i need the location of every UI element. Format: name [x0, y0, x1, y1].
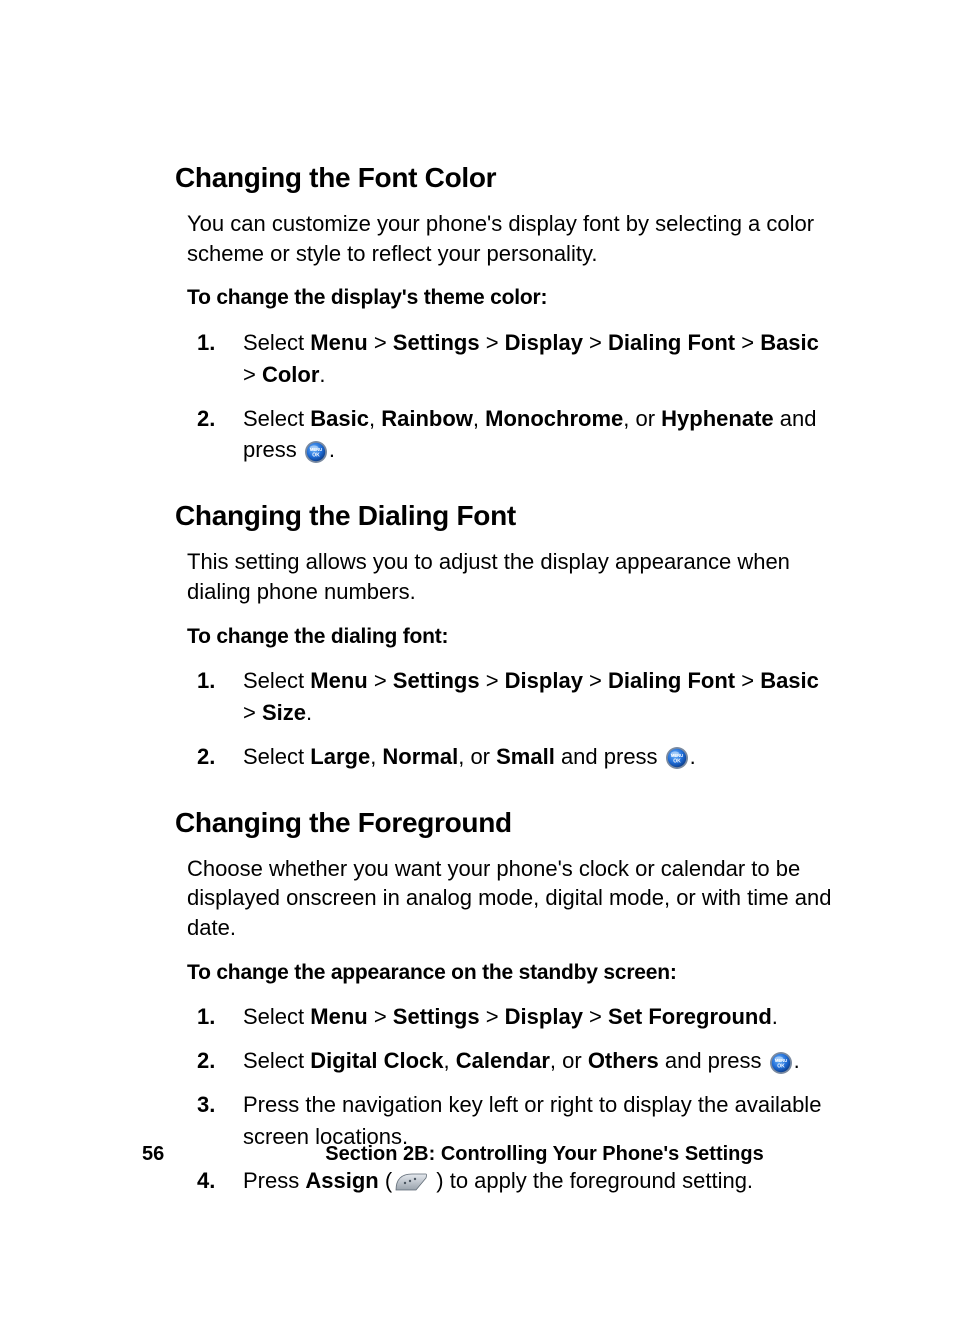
- step-prefix: Select: [243, 330, 310, 355]
- page-number: 56: [142, 1143, 164, 1166]
- step-prefix: Select: [243, 1048, 310, 1073]
- intro-foreground: Choose whether you want your phone's clo…: [187, 854, 834, 943]
- menu-path-item: Dialing Font: [608, 668, 735, 693]
- step-prefix: Select: [243, 744, 310, 769]
- step-item: Select Menu > Settings > Display > Diali…: [197, 327, 834, 391]
- page-content: Changing the Font Color You can customiz…: [0, 0, 954, 1336]
- path-separator: >: [735, 668, 760, 693]
- option-item: Monochrome: [485, 406, 623, 431]
- menu-ok-icon: MENU OK: [665, 746, 689, 770]
- menu-ok-icon: MENU OK: [769, 1051, 793, 1075]
- menu-path-item: Basic: [760, 330, 819, 355]
- path-separator: >: [583, 1004, 608, 1029]
- path-separator: >: [583, 330, 608, 355]
- step-prefix: Select: [243, 1004, 310, 1029]
- path-separator: >: [480, 1004, 505, 1029]
- path-separator: >: [480, 330, 505, 355]
- menu-path-item: Settings: [393, 668, 480, 693]
- softkey-left-icon: [394, 1172, 428, 1192]
- steps-font-color: Select Menu > Settings > Display > Diali…: [197, 327, 834, 467]
- heading-foreground: Changing the Foreground: [175, 805, 834, 840]
- step-suffix: .: [306, 700, 312, 725]
- step-suffix: .: [319, 362, 325, 387]
- options-joiner: , or: [458, 744, 496, 769]
- svg-text:OK: OK: [312, 453, 320, 459]
- option-item: Basic: [310, 406, 369, 431]
- menu-path-item: Basic: [760, 668, 819, 693]
- heading-font-color: Changing the Font Color: [175, 160, 834, 195]
- page-footer: 56 Section 2B: Controlling Your Phone's …: [0, 1143, 954, 1166]
- step-suffix: .: [329, 437, 335, 462]
- svg-text:OK: OK: [673, 759, 681, 765]
- option-item: Rainbow: [381, 406, 473, 431]
- path-separator: >: [735, 330, 760, 355]
- menu-path-item: Menu: [310, 330, 367, 355]
- path-separator: >: [243, 362, 262, 387]
- option-item: Hyphenate: [661, 406, 773, 431]
- menu-path-item: Menu: [310, 1004, 367, 1029]
- step-suffix: .: [772, 1004, 778, 1029]
- menu-path-item: Display: [505, 330, 583, 355]
- after-bold: (: [379, 1168, 392, 1193]
- lead-foreground: To change the appearance on the standby …: [187, 959, 834, 987]
- after-options: and press: [555, 744, 664, 769]
- step-item: Select Menu > Settings > Display > Set F…: [197, 1001, 834, 1033]
- intro-font-color: You can customize your phone's display f…: [187, 209, 834, 268]
- menu-path-item: Menu: [310, 668, 367, 693]
- step-plain: Press the navigation key left or right t…: [243, 1092, 821, 1149]
- svg-text:MENU: MENU: [310, 447, 322, 452]
- svg-text:MENU: MENU: [671, 753, 683, 758]
- intro-dialing-font: This setting allows you to adjust the di…: [187, 547, 834, 606]
- heading-dialing-font: Changing the Dialing Font: [175, 498, 834, 533]
- lead-font-color: To change the display's theme color:: [187, 284, 834, 312]
- svg-text:MENU: MENU: [774, 1058, 786, 1063]
- step-item: Select Menu > Settings > Display > Diali…: [197, 665, 834, 729]
- option-item: Calendar: [456, 1048, 550, 1073]
- option-item: Small: [496, 744, 555, 769]
- option-item: Others: [588, 1048, 659, 1073]
- option-item: Digital Clock: [310, 1048, 443, 1073]
- path-separator: >: [583, 668, 608, 693]
- step-prefix: Select: [243, 668, 310, 693]
- option-item: Normal: [382, 744, 458, 769]
- menu-path-item: Size: [262, 700, 306, 725]
- path-separator: >: [368, 330, 393, 355]
- menu-path-item: Settings: [393, 1004, 480, 1029]
- options-joiner: , or: [550, 1048, 588, 1073]
- steps-dialing-font: Select Menu > Settings > Display > Diali…: [197, 665, 834, 773]
- path-separator: >: [368, 668, 393, 693]
- path-separator: >: [368, 1004, 393, 1029]
- menu-path-item: Settings: [393, 330, 480, 355]
- step-suffix: .: [794, 1048, 800, 1073]
- steps-foreground: Select Menu > Settings > Display > Set F…: [197, 1001, 834, 1196]
- step-item: Press Assign ( ) to apply the foreground…: [197, 1165, 834, 1197]
- path-separator: >: [243, 700, 262, 725]
- assign-label: Assign: [305, 1168, 378, 1193]
- step-item: Select Basic, Rainbow, Monochrome, or Hy…: [197, 403, 834, 467]
- step-item: Select Large, Normal, or Small and press…: [197, 741, 834, 773]
- step-item: Select Digital Clock, Calendar, or Other…: [197, 1045, 834, 1077]
- menu-path-item: Display: [505, 668, 583, 693]
- svg-text:OK: OK: [777, 1063, 785, 1069]
- menu-ok-icon: MENU OK: [304, 440, 328, 464]
- footer-section-label: Section 2B: Controlling Your Phone's Set…: [255, 1143, 834, 1166]
- step-prefix: Select: [243, 406, 310, 431]
- menu-path-item: Display: [505, 1004, 583, 1029]
- step-suffix: .: [690, 744, 696, 769]
- after-options: and press: [659, 1048, 768, 1073]
- path-separator: >: [480, 668, 505, 693]
- option-item: Large: [310, 744, 370, 769]
- menu-path-item: Set Foreground: [608, 1004, 772, 1029]
- menu-path-item: Dialing Font: [608, 330, 735, 355]
- options-joiner: , or: [623, 406, 661, 431]
- menu-path-item: Color: [262, 362, 319, 387]
- lead-dialing-font: To change the dialing font:: [187, 623, 834, 651]
- after-icon: ) to apply the foreground setting.: [430, 1168, 753, 1193]
- step-prefix: Press: [243, 1168, 305, 1193]
